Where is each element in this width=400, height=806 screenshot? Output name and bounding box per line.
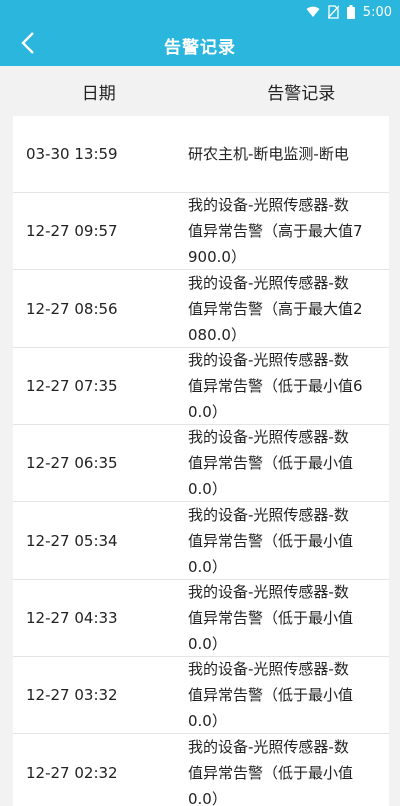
alarm-date: 12-27 04:33 xyxy=(13,609,188,627)
app-bar: 告警记录 xyxy=(0,24,400,66)
page-title: 告警记录 xyxy=(164,33,236,58)
table-header: 日期 告警记录 xyxy=(0,66,400,116)
alarm-row[interactable]: 12-27 05:34 我的设备-光照传感器-数值异常告警（低于最小值0.0） xyxy=(13,502,389,580)
alarm-message: 我的设备-光照传感器-数值异常告警（低于最小值0.0） xyxy=(188,656,363,734)
column-header-date: 日期 xyxy=(0,79,198,104)
alarm-date: 03-30 13:59 xyxy=(13,145,188,163)
alarm-row[interactable]: 12-27 02:32 我的设备-光照传感器-数值异常告警（低于最小值0.0） xyxy=(13,734,389,806)
alarm-row[interactable]: 12-27 07:35 我的设备-光照传感器-数值异常告警（低于最小值60.0） xyxy=(13,348,389,425)
alarm-row[interactable]: 03-30 13:59 研农主机-断电监测-断电 xyxy=(13,116,389,193)
alarm-message: 我的设备-光照传感器-数值异常告警（高于最大值7900.0） xyxy=(188,192,363,270)
alarm-message: 我的设备-光照传感器-数值异常告警（低于最小值60.0） xyxy=(188,347,363,425)
alarm-date: 12-27 02:32 xyxy=(13,764,188,782)
alarm-message: 研农主机-断电监测-断电 xyxy=(188,141,363,167)
alarm-message: 我的设备-光照传感器-数值异常告警（低于最小值0.0） xyxy=(188,424,363,502)
alarm-message: 我的设备-光照传感器-数值异常告警（低于最小值0.0） xyxy=(188,734,363,806)
alarm-list[interactable]: 03-30 13:59 研农主机-断电监测-断电 12-27 09:57 我的设… xyxy=(13,116,389,806)
column-header-record: 告警记录 xyxy=(198,79,400,104)
alarm-row[interactable]: 12-27 09:57 我的设备-光照传感器-数值异常告警（高于最大值7900.… xyxy=(13,193,389,270)
alarm-row[interactable]: 12-27 08:56 我的设备-光照传感器-数值异常告警（高于最大值2080.… xyxy=(13,270,389,348)
alarm-row[interactable]: 12-27 04:33 我的设备-光照传感器-数值异常告警（低于最小值0.0） xyxy=(13,580,389,657)
chevron-left-icon xyxy=(21,31,35,59)
alarm-date: 12-27 07:35 xyxy=(13,377,188,395)
alarm-row[interactable]: 12-27 03:32 我的设备-光照传感器-数值异常告警（低于最小值0.0） xyxy=(13,657,389,734)
alarm-date: 12-27 05:34 xyxy=(13,532,188,550)
alarm-row[interactable]: 12-27 06:35 我的设备-光照传感器-数值异常告警（低于最小值0.0） xyxy=(13,425,389,502)
alarm-message: 我的设备-光照传感器-数值异常告警（低于最小值0.0） xyxy=(188,502,363,580)
wifi-icon xyxy=(306,6,320,18)
alarm-message: 我的设备-光照传感器-数值异常告警（高于最大值2080.0） xyxy=(188,270,363,348)
back-button[interactable] xyxy=(10,24,46,66)
no-sim-icon xyxy=(328,5,339,19)
status-bar: 5:00 xyxy=(0,0,400,24)
alarm-message: 我的设备-光照传感器-数值异常告警（低于最小值0.0） xyxy=(188,579,363,657)
alarm-date: 12-27 09:57 xyxy=(13,222,188,240)
status-time: 5:00 xyxy=(363,5,392,20)
alarm-date: 12-27 03:32 xyxy=(13,686,188,704)
battery-icon xyxy=(347,5,355,19)
alarm-date: 12-27 06:35 xyxy=(13,454,188,472)
alarm-date: 12-27 08:56 xyxy=(13,300,188,318)
